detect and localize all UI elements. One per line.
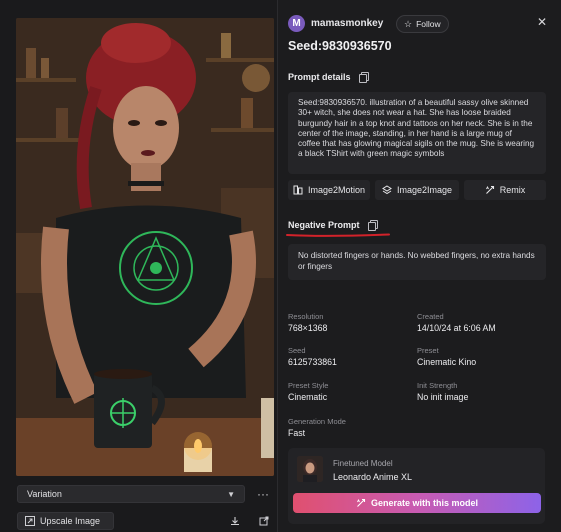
seed-value: 6125733861 [288,357,337,367]
remix-button[interactable]: Remix [464,180,546,200]
red-underline-annotation [286,233,390,237]
image-pane: Variation ▼ ··· Upscale Image [0,0,278,532]
close-icon: ✕ [536,15,548,29]
username[interactable]: mamasmonkey [311,18,383,29]
created-value: 14/10/24 at 6:06 AM [417,323,496,333]
seed-label: Seed [288,346,306,355]
remix-icon [485,185,494,194]
copy-icon[interactable] [367,220,378,231]
negative-prompt-header: Negative Prompt [288,220,378,231]
generate-label: Generate with this model [370,498,479,508]
details-pane: M mamasmonkey ☆ Follow ✕ Seed:9830936570… [278,0,561,532]
generation-mode-value: Fast [288,428,306,438]
model-kicker: Finetuned Model [333,459,393,468]
image2image-label: Image2Image [396,185,453,195]
preset-style-label: Preset Style [288,381,329,390]
motion-icon [293,185,303,195]
copy-icon[interactable] [358,72,369,83]
chevron-down-icon: ▼ [227,489,235,499]
prompt-details-title: Prompt details [288,72,351,82]
sparkle-icon [357,498,366,507]
follow-button[interactable]: ☆ Follow [396,15,449,33]
resolution-label: Resolution [288,312,324,321]
external-link-icon [259,516,269,526]
variation-dropdown[interactable]: Variation ▼ [17,485,245,503]
open-external-button[interactable] [255,512,273,530]
more-options-button[interactable]: ··· [253,485,273,503]
upscale-icon [25,516,35,526]
variation-label: Variation [27,489,62,499]
resolution-value: 768×1368 [288,323,328,333]
witch-illustration [16,18,274,476]
init-strength-label: Init Strength [417,381,458,390]
ellipsis-icon: ··· [257,487,269,501]
download-button[interactable] [226,512,244,530]
download-icon [231,517,239,526]
generate-with-model-button[interactable]: Generate with this model [293,493,541,513]
preset-label: Preset [417,346,439,355]
image2image-button[interactable]: Image2Image [375,180,459,200]
follow-label: Follow [416,19,441,29]
model-name[interactable]: Leonardo Anime XL [333,472,412,482]
generated-image[interactable] [16,18,274,476]
remix-label: Remix [499,185,526,195]
image2motion-label: Image2Motion [307,185,366,195]
negative-prompt-title: Negative Prompt [288,220,360,230]
star-icon: ☆ [404,18,413,29]
model-thumbnail [297,456,323,482]
preset-value: Cinematic Kino [417,357,477,367]
negative-prompt-text: No distorted fingers or hands. No webbed… [288,244,546,280]
created-label: Created [417,312,444,321]
avatar[interactable]: M [288,15,305,32]
upscale-image-button[interactable]: Upscale Image [17,512,114,530]
image2motion-button[interactable]: Image2Motion [288,180,370,200]
generation-mode-label: Generation Mode [288,417,346,426]
prompt-text: Seed:9830936570. illustration of a beaut… [288,92,546,174]
layers-icon [382,185,392,195]
page-title: Seed:9830936570 [288,39,392,53]
init-strength-value: No init image [417,392,469,402]
prompt-details-header: Prompt details [288,72,369,83]
model-thumbnail-image [297,456,323,482]
preset-style-value: Cinematic [288,392,328,402]
close-button[interactable]: ✕ [533,13,551,31]
finetuned-model-card: Finetuned Model Leonardo Anime XL Genera… [288,448,545,524]
avatar-letter: M [292,18,301,29]
upscale-label: Upscale Image [40,516,101,526]
